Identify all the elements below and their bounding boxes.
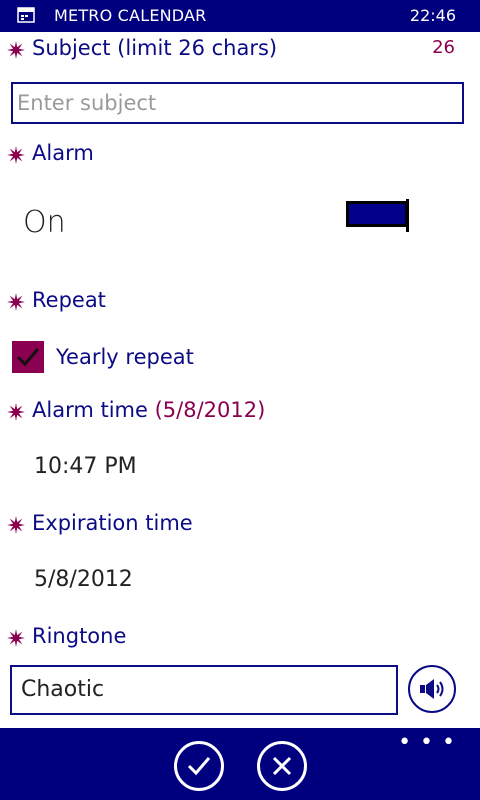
ringtone-label: Ringtone (32, 624, 127, 648)
yearly-repeat-label[interactable]: Yearly repeat (56, 345, 194, 369)
subject-input[interactable] (11, 82, 464, 124)
required-star-icon (7, 41, 25, 59)
required-star-icon (7, 293, 25, 311)
status-bar: METRO CALENDAR 22:46 (0, 0, 480, 32)
subject-char-count: 26 (432, 37, 455, 58)
check-icon (187, 757, 211, 776)
alarm-time-label-text: Alarm time (32, 398, 148, 422)
required-star-icon (7, 403, 25, 421)
clock: 22:46 (409, 6, 456, 25)
required-star-icon (7, 516, 25, 534)
more-menu-button[interactable]: • • • (398, 730, 456, 755)
save-button[interactable] (174, 741, 224, 791)
alarm-time-label: Alarm time (5/8/2012) (32, 398, 265, 422)
alarm-time-date: (5/8/2012) (154, 398, 266, 422)
required-star-icon (7, 146, 25, 164)
expiration-time-label: Expiration time (32, 511, 193, 535)
repeat-label: Repeat (32, 288, 106, 312)
cancel-button[interactable] (257, 741, 307, 791)
required-star-icon (7, 629, 25, 647)
alarm-time-picker[interactable]: 10:47 PM (34, 454, 137, 479)
expiration-date-picker[interactable]: 5/8/2012 (34, 567, 133, 592)
close-icon (272, 756, 292, 776)
subject-label: Subject (limit 26 chars) (32, 36, 278, 60)
alarm-label: Alarm (32, 141, 94, 165)
speaker-icon (420, 679, 444, 699)
calendar-app-icon (17, 7, 35, 23)
app-title: METRO CALENDAR (54, 6, 207, 25)
alarm-toggle[interactable] (346, 199, 409, 232)
check-icon (16, 348, 40, 367)
yearly-repeat-checkbox[interactable] (12, 341, 44, 373)
toggle-thumb[interactable] (406, 199, 409, 232)
app-bar: • • • (0, 728, 480, 800)
play-ringtone-button[interactable] (408, 665, 456, 713)
ringtone-select[interactable]: Chaotic (10, 665, 398, 715)
alarm-state-label: On (23, 205, 66, 240)
ringtone-value: Chaotic (21, 677, 105, 702)
